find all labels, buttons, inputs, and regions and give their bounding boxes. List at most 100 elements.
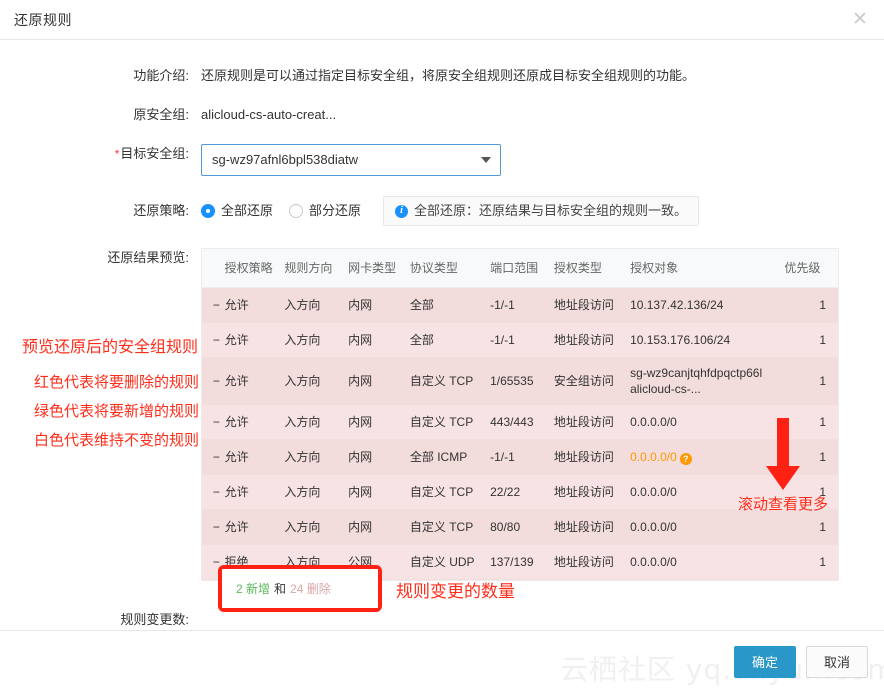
form-row-intro: 功能介绍: 还原规则是可以通过指定目标安全组，将原安全组规则还原成目标安全组规则… — [0, 66, 884, 86]
row-state-mark: − — [202, 439, 225, 475]
policy-tip: i 全部还原：还原结果与目标安全组的规则一致。 — [383, 196, 700, 226]
col-target: 授权对象 — [630, 249, 785, 288]
form-row-preview: 还原结果预览: 授权策略 规则方向 网卡类型 协议类型 端口范围 授权类型 授权… — [0, 248, 884, 581]
cell-direction: 入方向 — [284, 474, 349, 510]
cell-auth-target: 10.137.42.136/24 — [630, 287, 785, 323]
warning-target-text: 0.0.0.0/0 — [630, 450, 677, 464]
intro-text: 还原规则是可以通过指定目标安全组，将原安全组规则还原成目标安全组规则的功能。 — [201, 68, 696, 83]
rules-table: 授权策略 规则方向 网卡类型 协议类型 端口范围 授权类型 授权对象 优先级 −… — [202, 249, 838, 580]
help-icon[interactable]: ? — [679, 453, 692, 465]
cell-auth-type: 地址段访问 — [553, 287, 631, 323]
cell-nic-type: 内网 — [348, 474, 410, 510]
cell-auth-type: 安全组访问 — [553, 357, 631, 405]
radio-icon — [201, 204, 215, 218]
radio-restore-partial-label: 部分还原 — [309, 203, 362, 218]
cell-direction: 入方向 — [284, 357, 349, 405]
row-state-mark: − — [202, 322, 225, 358]
cell-priority: 1 — [784, 439, 838, 475]
cell-auth-type: 地址段访问 — [553, 474, 631, 510]
cell-priority: 1 — [784, 474, 838, 510]
cell-auth-target: 0.0.0.0/0 — [630, 509, 785, 545]
row-state-mark: − — [202, 287, 225, 323]
cell-policy: 允许 — [224, 322, 285, 358]
cell-auth-target: 0.0.0.0/0 — [630, 544, 785, 580]
radio-restore-all[interactable]: 全部还原 — [201, 201, 273, 221]
cell-priority: 1 — [784, 404, 838, 440]
col-port: 端口范围 — [490, 249, 554, 288]
cell-protocol: 自定义 UDP — [409, 544, 491, 580]
cell-port-range: -1/-1 — [490, 439, 554, 475]
cell-protocol: 全部 ICMP — [409, 439, 491, 475]
close-icon[interactable]: ✕ — [848, 8, 872, 32]
cell-nic-type: 内网 — [348, 509, 410, 545]
rules-table-container[interactable]: 授权策略 规则方向 网卡类型 协议类型 端口范围 授权类型 授权对象 优先级 −… — [201, 248, 839, 581]
cell-port-range: -1/-1 — [490, 322, 554, 358]
col-direction: 规则方向 — [284, 249, 349, 288]
source-group-label: 原安全组: — [133, 107, 189, 122]
row-state-mark: − — [202, 509, 225, 545]
target-group-label-text: 目标安全组: — [120, 146, 189, 161]
cell-auth-target: 10.153.176.106/24 — [630, 322, 785, 358]
col-protocol: 协议类型 — [409, 249, 491, 288]
dialog-header: 还原规则 ✕ — [0, 0, 884, 40]
cell-direction: 入方向 — [284, 439, 349, 475]
required-star: * — [114, 147, 120, 161]
cell-auth-type: 地址段访问 — [553, 322, 631, 358]
page-title: 还原规则 — [14, 11, 72, 28]
row-state-mark: − — [202, 357, 225, 405]
col-priority: 优先级 — [784, 249, 838, 288]
table-row: − 允许 入方向 内网 全部 -1/-1 地址段访问 10.137.42.136/24 1 — [202, 287, 838, 323]
cell-port-range: 443/443 — [490, 404, 554, 440]
cell-protocol: 自定义 TCP — [409, 474, 491, 510]
cell-auth-type: 地址段访问 — [553, 509, 631, 545]
cell-priority: 1 — [784, 357, 838, 405]
intro-label: 功能介绍: — [133, 68, 189, 83]
table-row: − 允许 入方向 内网 自定义 TCP 443/443 地址段访问 0.0.0.0/0 1 — [202, 404, 838, 440]
form-row-target-group: *目标安全组: sg-wz97afnl6bpl538diatw — [0, 144, 884, 176]
cell-port-range: -1/-1 — [490, 287, 554, 323]
cell-direction: 入方向 — [284, 287, 349, 323]
cell-protocol: 全部 — [409, 287, 491, 323]
cell-protocol: 全部 — [409, 322, 491, 358]
cell-policy: 允许 — [224, 439, 285, 475]
cell-auth-target: 0.0.0.0/0 — [630, 474, 785, 510]
cell-priority: 1 — [784, 322, 838, 358]
cell-nic-type: 内网 — [348, 322, 410, 358]
form-row-source-group: 原安全组: alicloud-cs-auto-creat... — [0, 105, 884, 125]
cell-nic-type: 内网 — [348, 287, 410, 323]
col-auth-type: 授权类型 — [553, 249, 631, 288]
cell-priority: 1 — [784, 509, 838, 545]
cell-port-range: 1/65535 — [490, 357, 554, 405]
cell-auth-target: 0.0.0.0/0 — [630, 404, 785, 440]
cell-auth-target: sg-wz9canjtqhfdpqctp66l alicloud-cs-... — [630, 357, 785, 405]
cell-port-range: 22/22 — [490, 474, 554, 510]
table-row: − 允许 入方向 内网 全部 ICMP -1/-1 地址段访问 0.0.0.0/0? 1 — [202, 439, 838, 475]
confirm-button[interactable]: 确定 — [734, 645, 796, 678]
table-row: − 允许 入方向 内网 自定义 TCP 1/65535 安全组访问 sg-wz9canjtqh… — [202, 357, 838, 405]
added-count: 2 新增 — [236, 582, 271, 596]
radio-restore-partial[interactable]: 部分还原 — [289, 201, 361, 221]
cell-protocol: 自定义 TCP — [409, 404, 491, 440]
radio-restore-all-label: 全部还原 — [221, 203, 274, 218]
table-row: − 允许 入方向 内网 自定义 TCP 80/80 地址段访问 0.0.0.0/0 1 — [202, 509, 838, 545]
cell-priority: 1 — [784, 544, 838, 580]
target-group-label: *目标安全组: — [0, 144, 201, 164]
col-nic: 网卡类型 — [348, 249, 410, 288]
preview-label: 还原结果预览: — [107, 250, 189, 265]
policy-tip-text: 全部还原：还原结果与目标安全组的规则一致。 — [414, 203, 688, 218]
col-policy: 授权策略 — [224, 249, 285, 288]
cell-port-range: 137/139 — [490, 544, 554, 580]
cell-policy: 允许 — [224, 287, 285, 323]
cell-port-range: 80/80 — [490, 509, 554, 545]
cell-policy: 允许 — [224, 404, 285, 440]
cell-auth-type: 地址段访问 — [553, 404, 631, 440]
cell-auth-type: 地址段访问 — [553, 544, 631, 580]
removed-count: 24 删除 — [290, 582, 331, 596]
cell-auth-target: 0.0.0.0/0? — [630, 439, 785, 475]
cell-policy: 允许 — [224, 509, 285, 545]
cell-protocol: 自定义 TCP — [409, 509, 491, 545]
target-group-select[interactable]: sg-wz97afnl6bpl538diatw — [201, 144, 501, 176]
cell-policy: 允许 — [224, 474, 285, 510]
cancel-button[interactable]: 取消 — [806, 645, 868, 678]
rules-table-head: 授权策略 规则方向 网卡类型 协议类型 端口范围 授权类型 授权对象 优先级 — [202, 249, 838, 288]
